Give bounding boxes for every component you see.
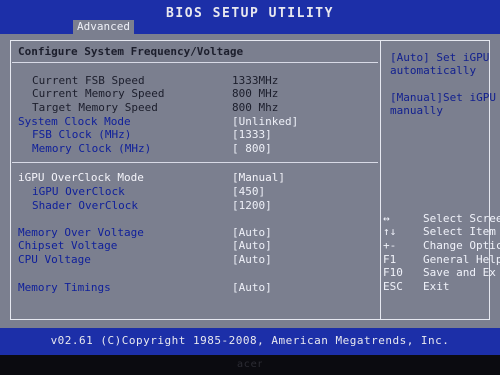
current-memory-speed-label: Current Memory Speed <box>32 87 165 100</box>
key-plus-minus: +- <box>383 239 397 252</box>
arrow-up-down-icon: ↑↓ <box>383 225 397 238</box>
key-description: Save and Ex <box>423 266 496 279</box>
divider-line <box>12 162 378 163</box>
memory-clock-label[interactable]: Memory Clock (MHz) <box>32 142 151 155</box>
current-memory-speed-value: 800 MHz <box>232 87 279 100</box>
shader-overclock-label[interactable]: Shader OverClock <box>32 199 138 212</box>
section-title: Configure System Frequency/Voltage <box>18 45 244 58</box>
copyright-text: v02.61 (C)Copyright 1985-2008, American … <box>50 334 450 347</box>
chipset-voltage-label[interactable]: Chipset Voltage <box>18 239 117 252</box>
panel-divider <box>380 40 381 320</box>
arrow-left-right-icon: ↔ <box>383 212 390 225</box>
target-memory-speed-label: Target Memory Speed <box>32 101 158 114</box>
help-text-line: [Auto] Set iGPU <box>390 51 490 64</box>
help-text-line: automatically <box>390 64 477 77</box>
shader-overclock-value[interactable]: [1200] <box>232 199 272 212</box>
fsb-clock-label[interactable]: FSB Clock (MHz) <box>32 128 131 141</box>
bios-screen: BIOS SETUP UTILITY Advanced Configure Sy… <box>0 0 500 355</box>
key-description: Select Scree <box>423 212 500 225</box>
section-underline <box>12 62 378 63</box>
igpu-overclock-label[interactable]: iGPU OverClock <box>32 185 125 198</box>
cpu-voltage-label[interactable]: CPU Voltage <box>18 253 91 266</box>
tab-advanced[interactable]: Advanced <box>73 20 134 34</box>
system-clock-mode-value[interactable]: [Unlinked] <box>232 115 298 128</box>
igpu-overclock-mode-value[interactable]: [Manual] <box>232 171 285 184</box>
bios-title: BIOS SETUP UTILITY <box>166 6 334 21</box>
igpu-overclock-value[interactable]: [450] <box>232 185 265 198</box>
key-esc: ESC <box>383 280 403 293</box>
system-clock-mode-label[interactable]: System Clock Mode <box>18 115 131 128</box>
key-description: General Help <box>423 253 500 266</box>
memory-over-voltage-value[interactable]: [Auto] <box>232 226 272 239</box>
igpu-overclock-mode-label[interactable]: iGPU OverClock Mode <box>18 171 144 184</box>
key-f10: F10 <box>383 266 403 279</box>
fsb-clock-value[interactable]: [1333] <box>232 128 272 141</box>
key-f1: F1 <box>383 253 397 266</box>
memory-timings-label[interactable]: Memory Timings <box>18 281 111 294</box>
target-memory-speed-value: 800 Mhz <box>232 101 279 114</box>
help-text-line: [Manual]Set iGPU <box>390 91 496 104</box>
key-description: Change Optic <box>423 239 500 252</box>
memory-timings-value[interactable]: [Auto] <box>232 281 272 294</box>
key-description: Exit <box>423 280 450 293</box>
fsb-speed-value: 1333MHz <box>232 74 279 87</box>
cpu-voltage-value[interactable]: [Auto] <box>232 253 272 266</box>
memory-over-voltage-label[interactable]: Memory Over Voltage <box>18 226 144 239</box>
fsb-speed-label: Current FSB Speed <box>32 74 145 87</box>
memory-clock-value[interactable]: [ 800] <box>232 142 272 155</box>
help-text-line: manually <box>390 104 443 117</box>
key-description: Select Item <box>423 225 496 238</box>
chipset-voltage-value[interactable]: [Auto] <box>232 239 272 252</box>
monitor-brand-logo: acer <box>237 359 263 370</box>
